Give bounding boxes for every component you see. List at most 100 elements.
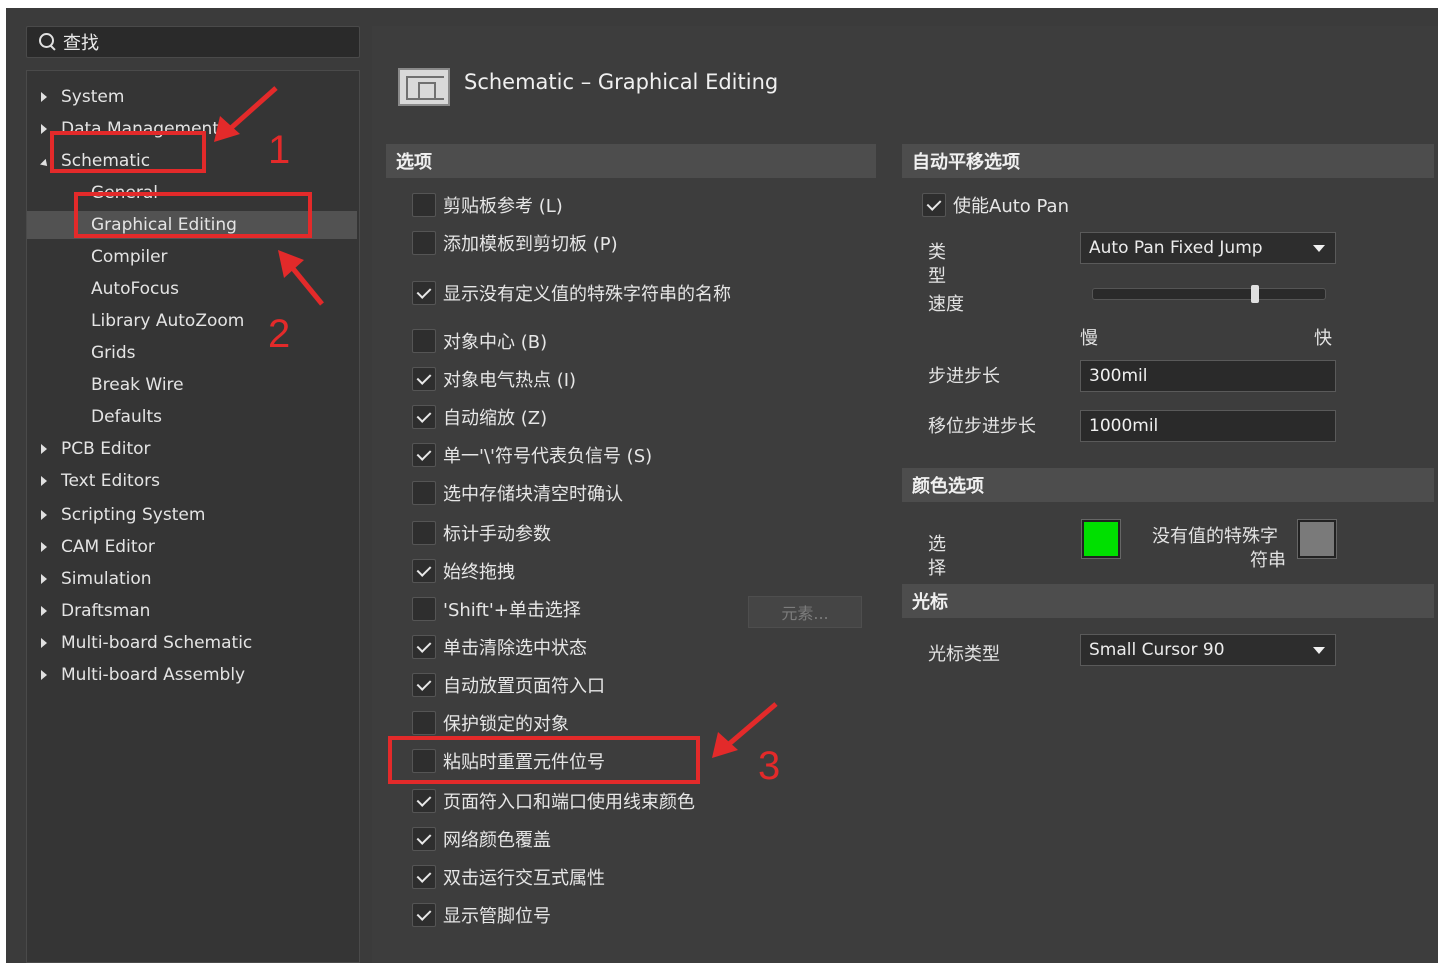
color-section-header: 颜色选项 bbox=[902, 468, 1434, 502]
option-checkbox-row[interactable]: 标计手动参数 bbox=[412, 518, 551, 548]
expand-right-icon[interactable] bbox=[41, 444, 47, 454]
option-checkbox-row[interactable]: 单一'\'符号代表负信号 (S) bbox=[412, 440, 652, 470]
cursor-type-dropdown[interactable]: Small Cursor 90 bbox=[1080, 634, 1336, 666]
option-checkbox-row[interactable]: 'Shift'+单击选择 bbox=[412, 594, 581, 624]
option-checkbox-row[interactable]: 剪贴板参考 (L) bbox=[412, 190, 563, 220]
checkbox-checked[interactable] bbox=[412, 405, 436, 429]
expand-down-icon[interactable] bbox=[40, 158, 50, 169]
tree-item-simulation[interactable]: Simulation bbox=[27, 565, 357, 593]
autopan-type-dropdown[interactable]: Auto Pan Fixed Jump bbox=[1080, 232, 1336, 264]
settings-panel: Schematic – Graphical Editing 选项 元素... 自… bbox=[372, 26, 1438, 963]
checkbox-unchecked[interactable] bbox=[412, 711, 436, 735]
tree-item-break-wire[interactable]: Break Wire bbox=[27, 371, 357, 399]
annotation-box-schematic bbox=[50, 131, 206, 173]
tree-item-label: Multi-board Schematic bbox=[61, 633, 253, 653]
tree-item-pcb-editor[interactable]: PCB Editor bbox=[27, 435, 357, 463]
autopan-speed-slider[interactable] bbox=[1092, 285, 1326, 303]
checkbox-unchecked[interactable] bbox=[412, 231, 436, 255]
autopan-enable-checkbox[interactable]: 使能Auto Pan bbox=[922, 190, 1069, 220]
annotation-box-graphical-editing bbox=[74, 192, 312, 238]
option-checkbox-row[interactable]: 网络颜色覆盖 bbox=[412, 824, 551, 854]
option-checkbox-row[interactable]: 页面符入口和端口使用线束颜色 bbox=[412, 786, 695, 816]
option-checkbox-row[interactable]: 显示管脚位号 bbox=[412, 900, 551, 930]
checkbox-unchecked[interactable] bbox=[412, 521, 436, 545]
tree-item-multi-board-assembly[interactable]: Multi-board Assembly bbox=[27, 661, 357, 689]
tree-item-text-editors[interactable]: Text Editors bbox=[27, 467, 357, 495]
tree-item-label: Scripting System bbox=[61, 505, 206, 525]
preferences-window: 查找 System Data Management Schematic General… bbox=[6, 8, 1438, 963]
speed-fast-label: 快 bbox=[1314, 328, 1332, 349]
expand-right-icon[interactable] bbox=[41, 124, 47, 134]
option-label: 自动缩放 (Z) bbox=[443, 408, 548, 429]
checkbox-checked[interactable] bbox=[412, 865, 436, 889]
checkbox-checked[interactable] bbox=[412, 367, 436, 391]
expand-right-icon[interactable] bbox=[41, 510, 47, 520]
expand-right-icon[interactable] bbox=[41, 574, 47, 584]
option-checkbox-row[interactable]: 对象中心 (B) bbox=[412, 326, 547, 356]
option-label: 保护锁定的对象 bbox=[443, 714, 569, 735]
option-label: 对象电气热点 (I) bbox=[443, 370, 577, 391]
tree-item-cam-editor[interactable]: CAM Editor bbox=[27, 533, 357, 561]
special-string-color-swatch[interactable] bbox=[1297, 519, 1337, 559]
option-label: 剪贴板参考 (L) bbox=[443, 196, 563, 217]
selection-color-label-1: 选 bbox=[928, 534, 946, 555]
speed-slow-label: 慢 bbox=[1080, 328, 1098, 349]
tree-item-scripting-system[interactable]: Scripting System bbox=[27, 501, 357, 529]
option-checkbox-row[interactable]: 双击运行交互式属性 bbox=[412, 862, 605, 892]
checkbox-checked[interactable] bbox=[412, 559, 436, 583]
option-label: 显示没有定义值的特殊字符串的名称 bbox=[443, 284, 731, 305]
option-checkbox-row[interactable]: 选中存储块清空时确认 bbox=[412, 478, 623, 508]
tree-item-label: PCB Editor bbox=[61, 439, 151, 459]
option-checkbox-row[interactable]: 自动缩放 (Z) bbox=[412, 402, 547, 432]
option-checkbox-row[interactable]: 显示没有定义值的特殊字符串的名称 bbox=[412, 278, 731, 308]
step-size-input[interactable]: 300mil bbox=[1080, 360, 1336, 392]
option-checkbox-row[interactable]: 添加模板到剪切板 (P) bbox=[412, 228, 618, 258]
search-icon bbox=[37, 31, 59, 53]
annotation-arrow-1 bbox=[214, 86, 278, 142]
tree-item-system[interactable]: System bbox=[27, 83, 357, 111]
autopan-section-header: 自动平移选项 bbox=[902, 144, 1434, 178]
option-label: 标计手动参数 bbox=[443, 524, 551, 545]
tree-item-label: Defaults bbox=[91, 407, 162, 427]
checkbox-checked[interactable] bbox=[412, 281, 436, 305]
checkbox-checked[interactable] bbox=[412, 827, 436, 851]
tree-item-label: CAM Editor bbox=[61, 537, 155, 557]
checkbox-unchecked[interactable] bbox=[412, 481, 436, 505]
checkbox-checked[interactable] bbox=[412, 789, 436, 813]
tree-item-label: Simulation bbox=[61, 569, 152, 589]
option-checkbox-row[interactable]: 始终拖拽 bbox=[412, 556, 515, 586]
expand-right-icon[interactable] bbox=[41, 542, 47, 552]
special-string-color-label-2: 符串 bbox=[1250, 550, 1286, 571]
checkbox-checked[interactable] bbox=[412, 903, 436, 927]
annotation-arrow-3 bbox=[712, 702, 778, 758]
option-checkbox-row[interactable]: 单击清除选中状态 bbox=[412, 632, 587, 662]
tree-item-draftsman[interactable]: Draftsman bbox=[27, 597, 357, 625]
checkbox-checked[interactable] bbox=[412, 635, 436, 659]
shift-step-size-input[interactable]: 1000mil bbox=[1080, 410, 1336, 442]
expand-right-icon[interactable] bbox=[41, 92, 47, 102]
slider-thumb[interactable] bbox=[1251, 285, 1260, 303]
tree-item-label: Library AutoZoom bbox=[91, 311, 245, 331]
checkbox-unchecked[interactable] bbox=[412, 329, 436, 353]
option-checkbox-row[interactable]: 自动放置页面符入口 bbox=[412, 670, 605, 700]
special-string-color-label-1: 没有值的特殊字 bbox=[1152, 526, 1278, 547]
cursor-type-value: Small Cursor 90 bbox=[1089, 640, 1225, 660]
checkbox-unchecked[interactable] bbox=[412, 193, 436, 217]
tree-item-grids[interactable]: Grids bbox=[27, 339, 357, 367]
expand-right-icon[interactable] bbox=[41, 670, 47, 680]
autopan-enable-check[interactable] bbox=[922, 193, 946, 217]
option-checkbox-row[interactable]: 对象电气热点 (I) bbox=[412, 364, 576, 394]
option-checkbox-row[interactable]: 保护锁定的对象 bbox=[412, 708, 569, 738]
checkbox-checked[interactable] bbox=[412, 673, 436, 697]
tree-item-multi-board-schematic[interactable]: Multi-board Schematic bbox=[27, 629, 357, 657]
selection-color-swatch[interactable] bbox=[1081, 519, 1121, 559]
expand-right-icon[interactable] bbox=[41, 476, 47, 486]
chevron-down-icon bbox=[1313, 647, 1325, 654]
elements-button[interactable]: 元素... bbox=[748, 596, 862, 628]
expand-right-icon[interactable] bbox=[41, 638, 47, 648]
tree-item-defaults[interactable]: Defaults bbox=[27, 403, 357, 431]
search-box[interactable]: 查找 bbox=[26, 26, 360, 58]
checkbox-checked[interactable] bbox=[412, 443, 436, 467]
expand-right-icon[interactable] bbox=[41, 606, 47, 616]
checkbox-unchecked[interactable] bbox=[412, 597, 436, 621]
